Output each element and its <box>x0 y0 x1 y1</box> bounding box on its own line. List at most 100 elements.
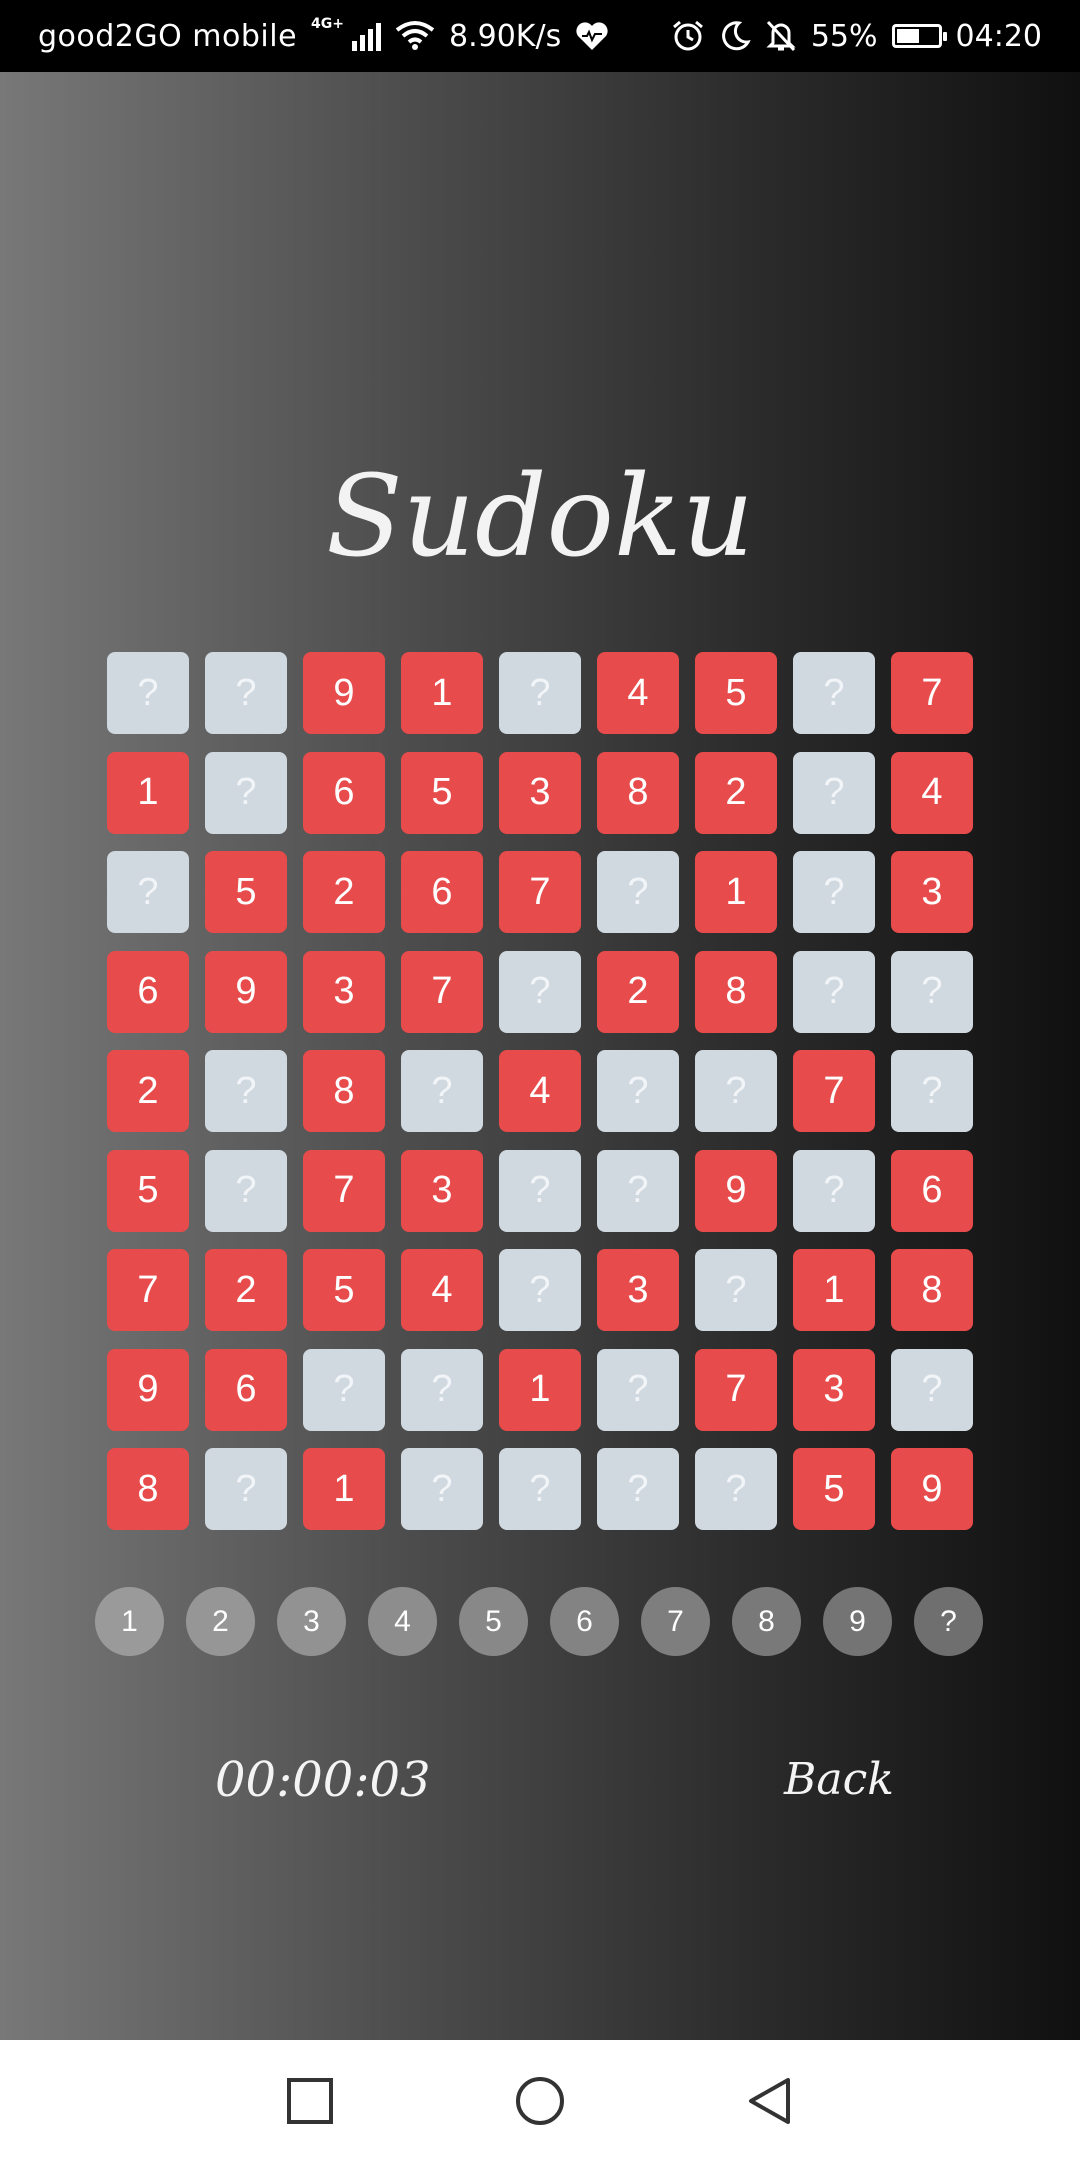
given-cell[interactable]: 3 <box>597 1249 679 1331</box>
given-cell[interactable]: 8 <box>303 1050 385 1132</box>
given-cell[interactable]: 4 <box>401 1249 483 1331</box>
given-cell[interactable]: 9 <box>107 1348 189 1431</box>
given-cell[interactable]: 1 <box>107 751 189 834</box>
picker-number-3[interactable]: 3 <box>277 1587 346 1656</box>
empty-cell[interactable]: ? <box>499 1448 581 1530</box>
empty-cell[interactable]: ? <box>205 1050 287 1132</box>
empty-cell[interactable]: ? <box>205 1149 287 1232</box>
empty-cell[interactable]: ? <box>597 1448 679 1530</box>
given-cell[interactable]: 6 <box>891 1149 973 1232</box>
given-cell[interactable]: 2 <box>205 1249 287 1331</box>
given-cell[interactable]: 1 <box>695 851 777 933</box>
given-cell[interactable]: 6 <box>107 950 189 1033</box>
empty-cell[interactable]: ? <box>695 1448 777 1530</box>
given-cell[interactable]: 7 <box>303 1149 385 1232</box>
back-icon[interactable] <box>745 2076 795 2126</box>
signal-icon <box>352 21 381 51</box>
given-cell[interactable]: 9 <box>205 950 287 1033</box>
given-cell[interactable]: 5 <box>107 1149 189 1232</box>
given-cell[interactable]: 7 <box>401 950 483 1033</box>
given-cell[interactable]: 7 <box>107 1249 189 1331</box>
empty-cell[interactable]: ? <box>499 1249 581 1331</box>
given-cell[interactable]: 3 <box>303 950 385 1033</box>
empty-cell[interactable]: ? <box>891 950 973 1033</box>
given-cell[interactable]: 5 <box>205 851 287 933</box>
empty-cell[interactable]: ? <box>401 1348 483 1431</box>
empty-cell[interactable]: ? <box>597 1149 679 1232</box>
given-cell[interactable]: 8 <box>107 1448 189 1530</box>
picker-number-8[interactable]: 8 <box>732 1587 801 1656</box>
picker-clear-button[interactable]: ? <box>914 1587 983 1656</box>
given-cell[interactable]: 9 <box>891 1448 973 1530</box>
given-cell[interactable]: 4 <box>891 751 973 834</box>
recents-icon[interactable] <box>285 2076 335 2126</box>
empty-cell[interactable]: ? <box>793 1149 875 1232</box>
empty-cell[interactable]: ? <box>303 1348 385 1431</box>
given-cell[interactable]: 4 <box>499 1050 581 1132</box>
given-cell[interactable]: 2 <box>303 851 385 933</box>
given-cell[interactable]: 3 <box>891 851 973 933</box>
picker-number-7[interactable]: 7 <box>641 1587 710 1656</box>
empty-cell[interactable]: ? <box>107 652 189 734</box>
empty-cell[interactable]: ? <box>891 1050 973 1132</box>
given-cell[interactable]: 8 <box>891 1249 973 1331</box>
given-cell[interactable]: 2 <box>107 1050 189 1132</box>
given-cell[interactable]: 5 <box>303 1249 385 1331</box>
empty-cell[interactable]: ? <box>401 1448 483 1530</box>
picker-number-2[interactable]: 2 <box>186 1587 255 1656</box>
empty-cell[interactable]: ? <box>205 751 287 834</box>
given-cell[interactable]: 1 <box>401 652 483 734</box>
given-cell[interactable]: 9 <box>695 1149 777 1232</box>
given-cell[interactable]: 5 <box>793 1448 875 1530</box>
empty-cell[interactable]: ? <box>597 1348 679 1431</box>
given-cell[interactable]: 1 <box>303 1448 385 1530</box>
empty-cell[interactable]: ? <box>793 950 875 1033</box>
given-cell[interactable]: 3 <box>793 1348 875 1431</box>
system-nav-bar <box>0 2040 1080 2160</box>
given-cell[interactable]: 9 <box>303 652 385 734</box>
picker-number-5[interactable]: 5 <box>459 1587 528 1656</box>
given-cell[interactable]: 3 <box>499 751 581 834</box>
given-cell[interactable]: 2 <box>597 950 679 1033</box>
given-cell[interactable]: 8 <box>695 950 777 1033</box>
empty-cell[interactable]: ? <box>793 751 875 834</box>
given-cell[interactable]: 8 <box>597 751 679 834</box>
given-cell[interactable]: 2 <box>695 751 777 834</box>
empty-cell[interactable]: ? <box>205 1448 287 1530</box>
given-cell[interactable]: 1 <box>793 1249 875 1331</box>
given-cell[interactable]: 7 <box>499 851 581 933</box>
empty-cell[interactable]: ? <box>107 851 189 933</box>
empty-cell[interactable]: ? <box>597 851 679 933</box>
given-cell[interactable]: 1 <box>499 1348 581 1431</box>
empty-cell[interactable]: ? <box>499 950 581 1033</box>
given-cell[interactable]: 7 <box>891 652 973 734</box>
given-cell[interactable]: 6 <box>303 751 385 834</box>
home-icon[interactable] <box>515 2076 565 2126</box>
given-cell[interactable]: 5 <box>401 751 483 834</box>
given-cell[interactable]: 7 <box>793 1050 875 1132</box>
empty-cell[interactable]: ? <box>205 652 287 734</box>
empty-cell[interactable]: ? <box>695 1050 777 1132</box>
back-button[interactable]: Back <box>784 1754 894 1805</box>
clock-time: 04:20 <box>955 18 1042 54</box>
given-cell[interactable]: 5 <box>695 652 777 734</box>
empty-cell[interactable]: ? <box>499 652 581 734</box>
empty-cell[interactable]: ? <box>401 1050 483 1132</box>
given-cell[interactable]: 7 <box>695 1348 777 1431</box>
picker-number-1[interactable]: 1 <box>95 1587 164 1656</box>
given-cell[interactable]: 6 <box>401 851 483 933</box>
alarm-icon <box>671 19 705 53</box>
picker-number-9[interactable]: 9 <box>823 1587 892 1656</box>
picker-number-4[interactable]: 4 <box>368 1587 437 1656</box>
empty-cell[interactable]: ? <box>793 851 875 933</box>
given-cell[interactable]: 3 <box>401 1149 483 1232</box>
empty-cell[interactable]: ? <box>597 1050 679 1132</box>
given-cell[interactable]: 4 <box>597 652 679 734</box>
empty-cell[interactable]: ? <box>891 1348 973 1431</box>
picker-number-6[interactable]: 6 <box>550 1587 619 1656</box>
empty-cell[interactable]: ? <box>499 1149 581 1232</box>
empty-cell[interactable]: ? <box>793 652 875 734</box>
wifi-icon <box>395 20 435 52</box>
given-cell[interactable]: 6 <box>205 1348 287 1431</box>
empty-cell[interactable]: ? <box>695 1249 777 1331</box>
